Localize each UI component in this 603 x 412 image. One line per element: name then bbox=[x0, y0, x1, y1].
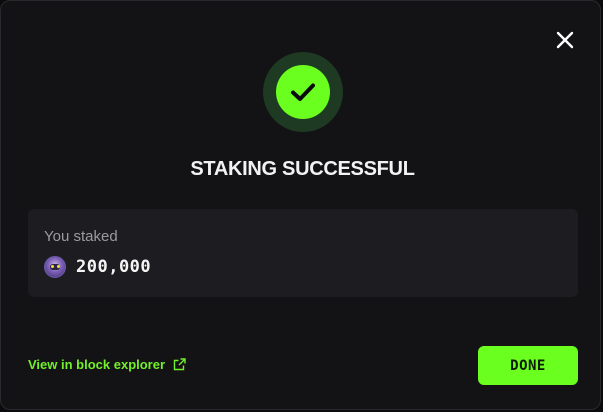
stake-amount: 200,000 bbox=[76, 257, 152, 277]
close-button[interactable] bbox=[553, 28, 577, 52]
stake-amount-row: 200,000 bbox=[44, 255, 151, 279]
staking-success-modal: STAKING SUCCESSFUL You staked 200,000 Vi… bbox=[0, 0, 601, 410]
explorer-link-label: View in block explorer bbox=[28, 357, 166, 372]
done-button[interactable]: DONE bbox=[478, 346, 578, 385]
token-avatar-icon bbox=[44, 256, 66, 278]
checkmark-icon bbox=[291, 83, 315, 101]
close-icon bbox=[556, 31, 574, 49]
external-link-icon bbox=[173, 358, 186, 371]
success-badge bbox=[263, 52, 343, 132]
modal-title: STAKING SUCCESSFUL bbox=[190, 158, 415, 180]
stake-label: You staked bbox=[44, 228, 118, 245]
done-button-label: DONE bbox=[510, 357, 546, 374]
stake-summary-card: You staked 200,000 bbox=[28, 209, 578, 297]
view-in-block-explorer-link[interactable]: View in block explorer bbox=[28, 357, 186, 372]
